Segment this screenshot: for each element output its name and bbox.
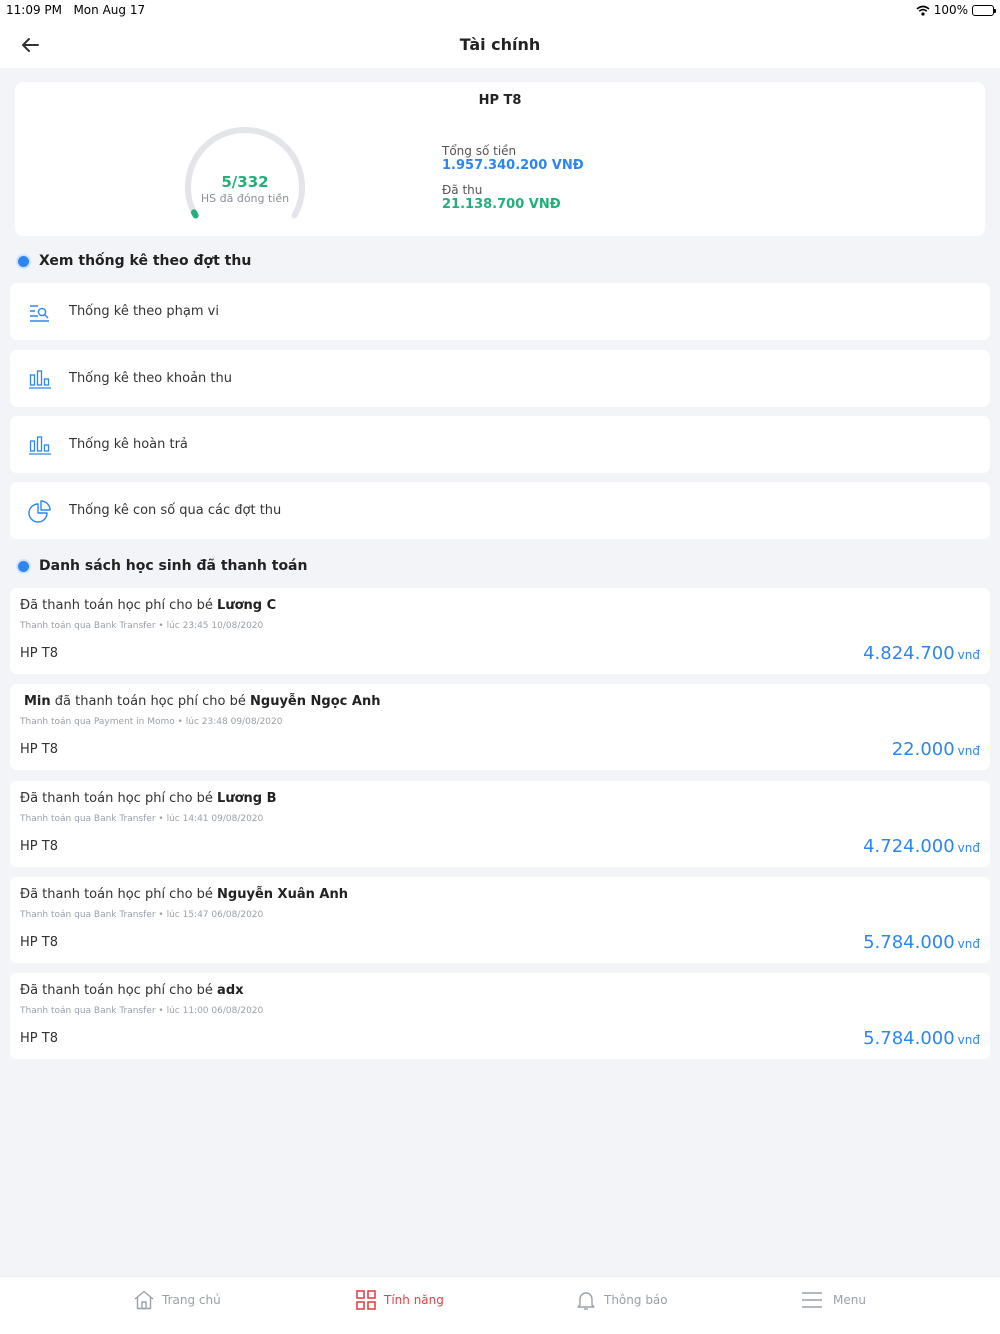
payment-detail: Thanh toán qua Payment in Momo • lúc 23:… <box>20 717 283 727</box>
payment-text: Đã thanh toán học phí cho bé <box>20 983 218 998</box>
payment-detail: Thanh toán qua Bank Transfer • lúc 15:47… <box>20 910 264 920</box>
student-name: adx <box>217 983 244 998</box>
payment-currency: vnđ <box>957 937 980 951</box>
bottom-tab-bar: Trang chủ Tính năng Thông báo Menu <box>0 1276 1000 1334</box>
payment-period: HP T8 <box>20 839 58 854</box>
payer-name: Min <box>24 694 51 709</box>
payment-card[interactable]: Đã thanh toán học phí cho bé Nguyễn Xuân… <box>10 877 990 963</box>
page-title: Tài chính <box>459 35 541 54</box>
battery-icon <box>972 4 996 16</box>
payment-text: Đã thanh toán học phí cho bé <box>20 887 218 902</box>
payment-currency: vnđ <box>957 744 980 758</box>
stats-section-title: Xem thống kê theo đợt thu <box>39 253 252 269</box>
payments-section-header: Danh sách học sinh đã thanh toán <box>18 558 307 574</box>
status-bar: 11:09 PM Mon Aug 17 100% <box>0 0 1000 22</box>
payment-card[interactable]: Min đã thanh toán học phí cho bé Nguyễn … <box>10 684 990 770</box>
payment-amount: 4.724.000 vnđ <box>863 836 980 857</box>
pie-chart-icon <box>28 499 51 523</box>
tab-menu[interactable]: Menu <box>798 1287 866 1313</box>
payments-section-title: Danh sách học sinh đã thanh toán <box>39 558 308 574</box>
stats-item-refund[interactable]: Thống kê hoàn trả <box>10 416 990 473</box>
payment-card[interactable]: Đã thanh toán học phí cho bé Lương B Tha… <box>10 781 990 867</box>
tab-label: Tính năng <box>384 1293 444 1307</box>
section-dot-icon <box>18 560 29 572</box>
stats-item-label: Thống kê theo khoản thu <box>69 371 233 386</box>
payment-card[interactable]: Đã thanh toán học phí cho bé Lương C Tha… <box>10 588 990 674</box>
section-dot-icon <box>18 255 29 267</box>
collected-amount-block: Đã thu 21.138.700 VNĐ <box>442 183 561 212</box>
payment-period: HP T8 <box>20 646 58 661</box>
home-icon <box>134 1290 154 1310</box>
bar-chart-icon <box>29 435 51 455</box>
paid-count-label: HS đã đóng tiền <box>200 192 290 205</box>
payment-description: Đã thanh toán học phí cho bé Nguyễn Xuân… <box>20 887 348 902</box>
payment-amount: 4.824.700 vnđ <box>863 643 980 664</box>
total-amount-block: Tổng số tiền 1.957.340.200 VNĐ <box>442 144 584 173</box>
gauge-fill <box>190 209 199 219</box>
status-time: 11:09 PM Mon Aug 17 <box>6 3 146 17</box>
search-list-icon <box>30 304 49 322</box>
tab-notifications[interactable]: Thông báo <box>575 1287 668 1313</box>
payment-description: Đã thanh toán học phí cho bé Lương C <box>20 598 276 613</box>
payment-text: đã thanh toán học phí cho bé <box>50 694 251 709</box>
payment-description: Min đã thanh toán học phí cho bé Nguyễn … <box>20 694 380 709</box>
payment-period: HP T8 <box>20 935 58 950</box>
collected-value: 21.138.700 VNĐ <box>442 197 561 212</box>
student-name: Lương C <box>217 598 277 613</box>
grid-icon <box>356 1290 376 1310</box>
wifi-icon <box>916 5 930 16</box>
payment-detail: Thanh toán qua Bank Transfer • lúc 14:41… <box>20 814 264 824</box>
tab-features[interactable]: Tính năng <box>355 1287 444 1313</box>
payment-currency: vnđ <box>957 648 980 662</box>
payment-detail: Thanh toán qua Bank Transfer • lúc 23:45… <box>20 621 264 631</box>
payment-period: HP T8 <box>20 1031 58 1046</box>
bar-chart-icon <box>29 369 51 389</box>
stats-item-label: Thống kê hoàn trả <box>69 437 188 452</box>
bell-icon <box>577 1292 595 1310</box>
payment-description: Đã thanh toán học phí cho bé Lương B <box>20 791 277 806</box>
payment-text: Đã thanh toán học phí cho bé <box>20 791 218 806</box>
stats-item-scope[interactable]: Thống kê theo phạm vi <box>10 283 990 340</box>
payment-amount: 5.784.000 vnđ <box>863 932 980 953</box>
summary-card: HP T8 5/332 HS đã đóng tiền Tổng số tiền… <box>15 82 985 236</box>
stats-item-fee[interactable]: Thống kê theo khoản thu <box>10 350 990 407</box>
paid-count: 5/332 <box>221 173 269 191</box>
stats-item-periods[interactable]: Thống kê con số qua các đợt thu <box>10 482 990 539</box>
tab-label: Thông báo <box>604 1293 668 1307</box>
total-label: Tổng số tiền <box>442 144 517 158</box>
stats-section-header: Xem thống kê theo đợt thu <box>18 253 251 269</box>
menu-icon <box>802 1292 822 1308</box>
stats-item-label: Thống kê theo phạm vi <box>69 304 219 319</box>
payment-period: HP T8 <box>20 742 58 757</box>
payment-card[interactable]: Đã thanh toán học phí cho bé adx Thanh t… <box>10 973 990 1059</box>
payment-description: Đã thanh toán học phí cho bé adx <box>20 983 244 998</box>
summary-title: HP T8 <box>478 93 522 108</box>
status-right: 100% <box>916 3 996 17</box>
payment-currency: vnđ <box>957 1033 980 1047</box>
tab-home[interactable]: Trang chủ <box>133 1287 221 1313</box>
payment-text: Đã thanh toán học phí cho bé <box>20 598 218 613</box>
tab-label: Trang chủ <box>162 1293 221 1307</box>
payment-amount: 22.000 vnđ <box>891 739 980 760</box>
tab-label: Menu <box>833 1293 866 1307</box>
collected-label: Đã thu <box>442 183 483 197</box>
student-name: Nguyễn Ngọc Anh <box>250 694 381 709</box>
student-name: Lương B <box>217 791 277 806</box>
stats-item-label: Thống kê con số qua các đợt thu <box>69 503 282 518</box>
total-value: 1.957.340.200 VNĐ <box>442 158 584 173</box>
nav-bar: Tài chính <box>0 22 1000 68</box>
battery-percent: 100% <box>933 3 968 17</box>
payment-detail: Thanh toán qua Bank Transfer • lúc 11:00… <box>20 1006 264 1016</box>
payment-currency: vnđ <box>957 841 980 855</box>
student-name: Nguyễn Xuân Anh <box>217 887 348 902</box>
payment-amount: 5.784.000 vnđ <box>863 1028 980 1049</box>
